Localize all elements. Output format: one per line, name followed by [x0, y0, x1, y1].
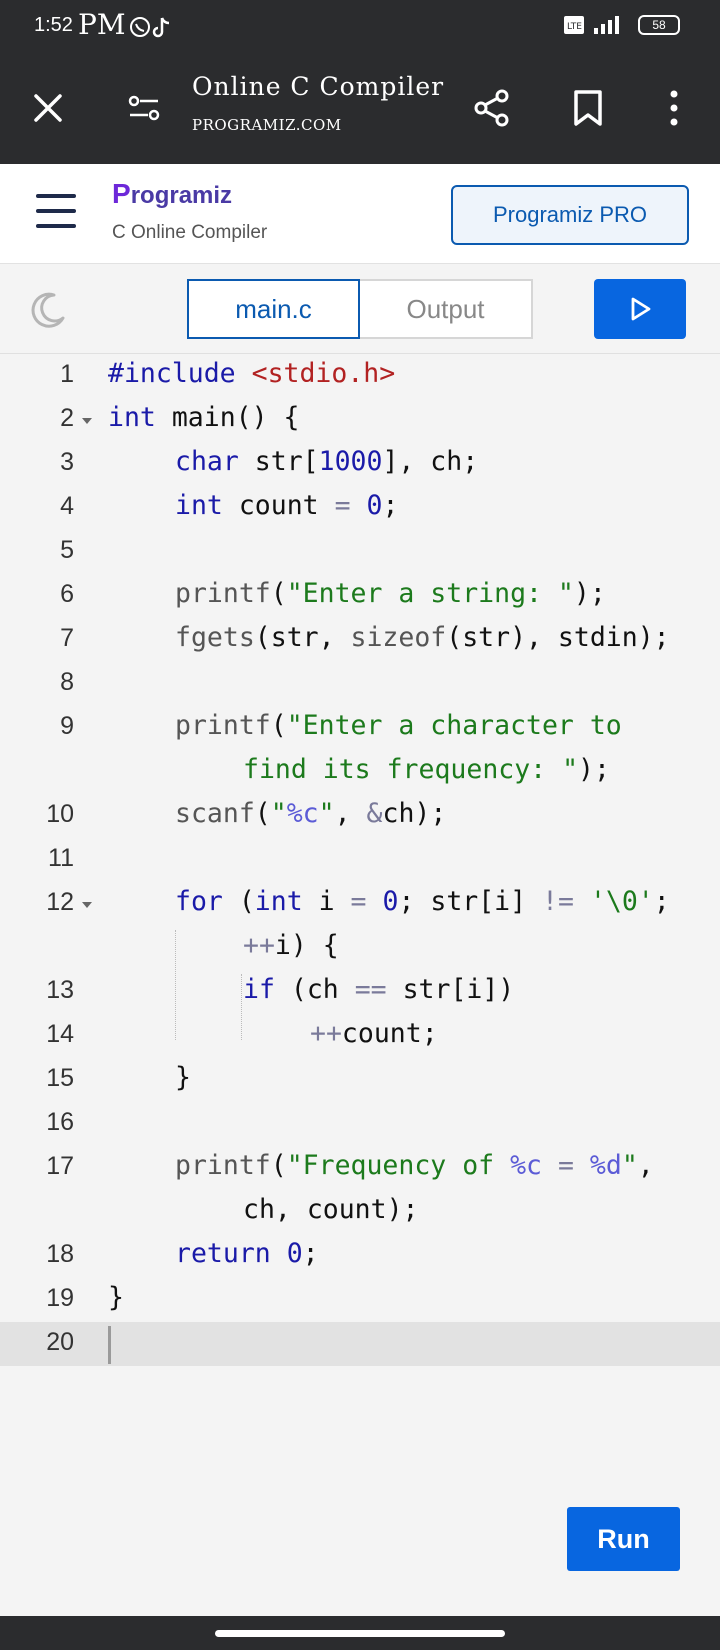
- status-bar: 1:52 PM LTE 58: [0, 0, 720, 52]
- code-line: 10 scanf("%c", &ch);: [0, 794, 720, 838]
- system-nav-bar: [0, 1616, 720, 1650]
- code-text: int main() {: [108, 402, 300, 433]
- code-text: return 0;: [175, 1238, 319, 1269]
- code-line: 14 ++count;: [0, 1014, 720, 1058]
- system-icons: LTE 58: [564, 14, 680, 36]
- site-header: Programiz C Online Compiler Programiz PR…: [0, 164, 720, 264]
- line-number: 18: [46, 1240, 74, 1268]
- line-number: 11: [48, 844, 74, 872]
- line-number: 8: [60, 668, 74, 696]
- code-text: }: [108, 1282, 124, 1313]
- code-text: ++count;: [310, 1018, 438, 1049]
- code-line: 4 int count = 0;: [0, 486, 720, 530]
- code-text: }: [175, 1062, 191, 1093]
- menu-icon[interactable]: [36, 194, 76, 228]
- code-text: scanf("%c", &ch);: [175, 798, 447, 829]
- play-icon: [631, 297, 651, 321]
- more-options-icon[interactable]: [648, 82, 700, 134]
- logo-text: rogramiz: [130, 182, 233, 209]
- active-code-line[interactable]: 20: [0, 1322, 720, 1366]
- line-number: 15: [46, 1064, 74, 1092]
- line-number: 10: [46, 800, 74, 828]
- line-number: 17: [46, 1152, 74, 1180]
- dark-mode-icon[interactable]: [28, 290, 68, 330]
- run-play-button[interactable]: [594, 279, 686, 339]
- line-number: 19: [46, 1284, 74, 1312]
- code-line: 13 if (ch == str[i]): [0, 970, 720, 1014]
- browser-page-title: Online C Compiler: [192, 72, 445, 101]
- code-line: 6 printf("Enter a string: ");: [0, 574, 720, 618]
- line-number: 1: [60, 360, 74, 388]
- svg-text:LTE: LTE: [567, 22, 582, 32]
- code-line-wrap: ++i) {: [0, 926, 720, 970]
- site-subtitle: C Online Compiler: [112, 222, 268, 243]
- programiz-logo[interactable]: Programiz: [112, 178, 232, 210]
- code-line: 5: [0, 530, 720, 574]
- code-line: 2 int main() {: [0, 398, 720, 442]
- code-text: for (int i = 0; str[i] != '\0';: [175, 886, 670, 917]
- line-number: 13: [46, 976, 74, 1004]
- line-number: 14: [46, 1020, 74, 1048]
- code-text: int count = 0;: [175, 490, 399, 521]
- code-line-wrap: find its frequency: ");: [0, 750, 720, 794]
- signal-icon: LTE: [564, 16, 619, 34]
- close-icon[interactable]: [22, 82, 74, 134]
- battery-icon: 58: [638, 15, 680, 35]
- code-text: fgets(str, sizeof(str), stdin);: [175, 622, 670, 653]
- page-settings-icon[interactable]: [118, 82, 170, 134]
- code-line: 1 #include <stdio.h>: [0, 354, 720, 398]
- home-indicator[interactable]: [215, 1630, 505, 1637]
- code-line: 17 printf("Frequency of %c = %d",: [0, 1146, 720, 1190]
- code-text: find its frequency: ");: [243, 754, 610, 785]
- code-text: char str[1000], ch;: [175, 446, 479, 477]
- code-line: 3 char str[1000], ch;: [0, 442, 720, 486]
- line-number: 16: [46, 1108, 74, 1136]
- code-text: printf("Enter a string: ");: [175, 578, 606, 609]
- run-button[interactable]: Run: [567, 1507, 680, 1571]
- whatsapp-icon: [130, 17, 170, 38]
- browser-toolbar: Online C Compiler PROGRAMIZ.COM: [0, 52, 720, 164]
- fold-toggle-icon[interactable]: [82, 418, 92, 424]
- code-text: ch, count);: [243, 1194, 419, 1225]
- programiz-pro-button[interactable]: Programiz PRO: [451, 185, 689, 245]
- line-number: 20: [46, 1328, 74, 1356]
- line-number: 5: [60, 536, 74, 564]
- code-text: #include <stdio.h>: [108, 358, 396, 389]
- tab-main-c[interactable]: main.c: [187, 279, 360, 339]
- line-number: 9: [60, 712, 74, 740]
- tab-output[interactable]: Output: [360, 279, 533, 339]
- line-number: 2: [60, 404, 74, 432]
- bookmark-icon[interactable]: [562, 82, 614, 134]
- code-text: printf("Frequency of %c = %d",: [175, 1150, 654, 1181]
- logo-mark: P: [112, 178, 131, 209]
- code-line: 19 }: [0, 1278, 720, 1322]
- status-carrier: PM: [78, 8, 126, 41]
- line-number: 6: [60, 580, 74, 608]
- code-line: 12 for (int i = 0; str[i] != '\0';: [0, 882, 720, 926]
- notification-icons: [128, 14, 178, 45]
- line-number: 7: [60, 624, 74, 652]
- line-number: 4: [60, 492, 74, 520]
- code-line-wrap: ch, count);: [0, 1190, 720, 1234]
- code-line: 8: [0, 662, 720, 706]
- line-number: 12: [46, 888, 74, 916]
- editor-tab-strip: main.c Output: [0, 264, 720, 354]
- status-time: 1:52: [34, 14, 73, 36]
- line-number: 3: [60, 448, 74, 476]
- code-line: 7 fgets(str, sizeof(str), stdin);: [0, 618, 720, 662]
- code-text: ++i) {: [243, 930, 339, 961]
- share-icon[interactable]: [466, 82, 518, 134]
- code-editor[interactable]: 1 #include <stdio.h> 2 int main() { 3 ch…: [0, 354, 720, 1616]
- code-line: 15 }: [0, 1058, 720, 1102]
- code-line: 9 printf("Enter a character to: [0, 706, 720, 750]
- browser-url: PROGRAMIZ.COM: [192, 116, 342, 134]
- code-text: if (ch == str[i]): [243, 974, 515, 1005]
- code-line: 18 return 0;: [0, 1234, 720, 1278]
- fold-toggle-icon[interactable]: [82, 902, 92, 908]
- code-line: 11: [0, 838, 720, 882]
- code-text: printf("Enter a character to: [175, 710, 622, 741]
- code-line: 16: [0, 1102, 720, 1146]
- text-cursor: [108, 1326, 111, 1364]
